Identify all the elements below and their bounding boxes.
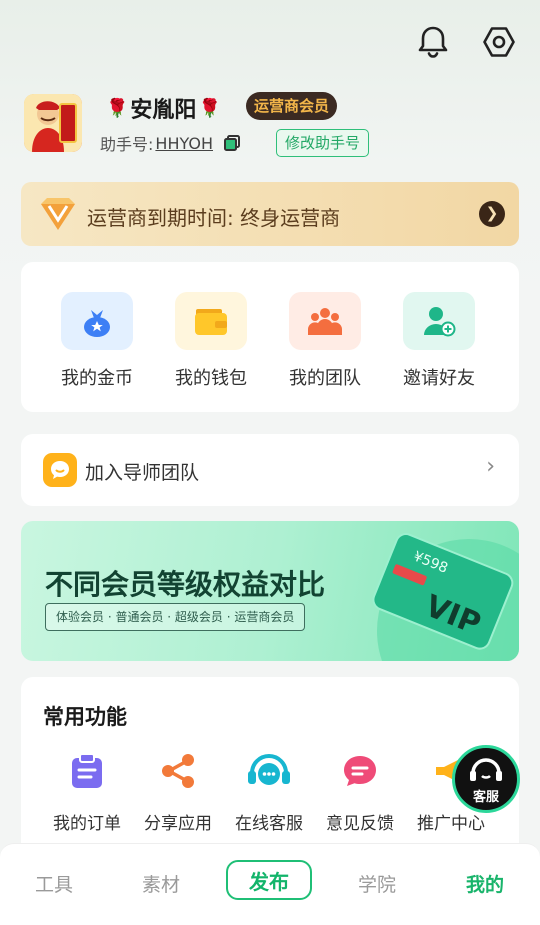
username-text: 安胤阳	[130, 98, 197, 123]
coin-bag-icon	[61, 292, 133, 350]
my-coins-button[interactable]: 我的金币	[52, 292, 142, 390]
member-level-badge: 运营商会员	[246, 92, 338, 120]
membership-compare-banner[interactable]: ¥598 VIP 不同会员等级权益对比 体验会员 · 普通会员 · 超级会员 ·…	[21, 521, 519, 661]
tab-publish[interactable]: 发布	[226, 860, 312, 900]
expire-text: 运营商到期时间: 终身运营商	[87, 206, 341, 230]
chat-bubble-icon	[43, 453, 77, 487]
vip-diamond-icon	[41, 198, 75, 230]
feedback-icon	[332, 743, 388, 799]
quick-access-card: 我的金币 我的钱包 我的团队 邀请好友	[21, 262, 519, 412]
expire-arrow-icon[interactable]: ❯	[479, 201, 505, 227]
tab-mine[interactable]: 我的	[466, 870, 504, 897]
notification-bell-icon[interactable]	[415, 24, 451, 60]
share-app-label: 分享应用	[144, 814, 212, 834]
assistant-id-label: 助手号:	[100, 135, 154, 154]
rose-icon: 🌹	[198, 97, 221, 119]
header-background	[0, 0, 540, 300]
my-team-button[interactable]: 我的团队	[280, 292, 370, 390]
online-service-button[interactable]: 在线客服	[223, 743, 315, 834]
bottom-tab-bar: 工具 素材 发布 学院 我的	[0, 843, 540, 925]
common-functions-card: 常用功能 我的订单 分享应用 在线客服 意见反馈 推广中心	[21, 677, 519, 867]
my-orders-button[interactable]: 我的订单	[41, 743, 133, 834]
team-icon	[289, 292, 361, 350]
chevron-right-icon: ›	[486, 454, 495, 479]
banner-subtitle: 体验会员 · 普通会员 · 超级会员 · 运营商会员	[45, 603, 306, 631]
modify-assistant-id-button[interactable]: 修改助手号	[276, 129, 370, 157]
assistant-id-value[interactable]: HHYOH	[155, 134, 213, 153]
common-functions-title: 常用功能	[43, 705, 127, 729]
wallet-icon	[175, 292, 247, 350]
my-team-label: 我的团队	[289, 368, 361, 389]
tab-tools[interactable]: 工具	[35, 870, 73, 897]
username: 🌹 安胤阳 🌹	[104, 92, 223, 124]
online-service-label: 在线客服	[235, 814, 303, 834]
floating-customer-service-button[interactable]: 客服	[452, 745, 520, 813]
rose-icon: 🌹	[106, 97, 129, 119]
tab-materials[interactable]: 素材	[142, 870, 180, 897]
banner-title: 不同会员等级权益对比	[45, 568, 326, 601]
mentor-team-label: 加入导师团队	[85, 462, 200, 484]
invite-friends-label: 邀请好友	[403, 368, 475, 389]
mentor-team-card[interactable]: 加入导师团队 ›	[21, 434, 519, 506]
headset-icon	[470, 758, 502, 781]
my-orders-label: 我的订单	[53, 814, 121, 834]
my-wallet-button[interactable]: 我的钱包	[166, 292, 256, 390]
feedback-button[interactable]: 意见反馈	[314, 743, 406, 834]
assistant-id-row: 助手号: HHYOH	[100, 131, 241, 155]
my-coins-label: 我的金币	[61, 368, 133, 389]
feedback-label: 意见反馈	[326, 814, 394, 834]
avatar[interactable]	[24, 94, 82, 152]
expire-card[interactable]: 运营商到期时间: 终身运营商 ❯	[21, 182, 519, 246]
settings-icon[interactable]	[481, 24, 517, 60]
tab-academy[interactable]: 学院	[358, 870, 396, 897]
copy-icon[interactable]	[223, 134, 241, 152]
clipboard-icon	[59, 743, 115, 799]
floating-service-label: 客服	[472, 790, 499, 805]
share-icon	[150, 743, 206, 799]
headset-icon	[241, 743, 297, 799]
invite-friend-icon	[403, 292, 475, 350]
share-app-button[interactable]: 分享应用	[132, 743, 224, 834]
invite-friends-button[interactable]: 邀请好友	[394, 292, 484, 390]
vip-card-illustration: ¥598 VIP	[372, 533, 519, 661]
my-wallet-label: 我的钱包	[175, 368, 247, 389]
